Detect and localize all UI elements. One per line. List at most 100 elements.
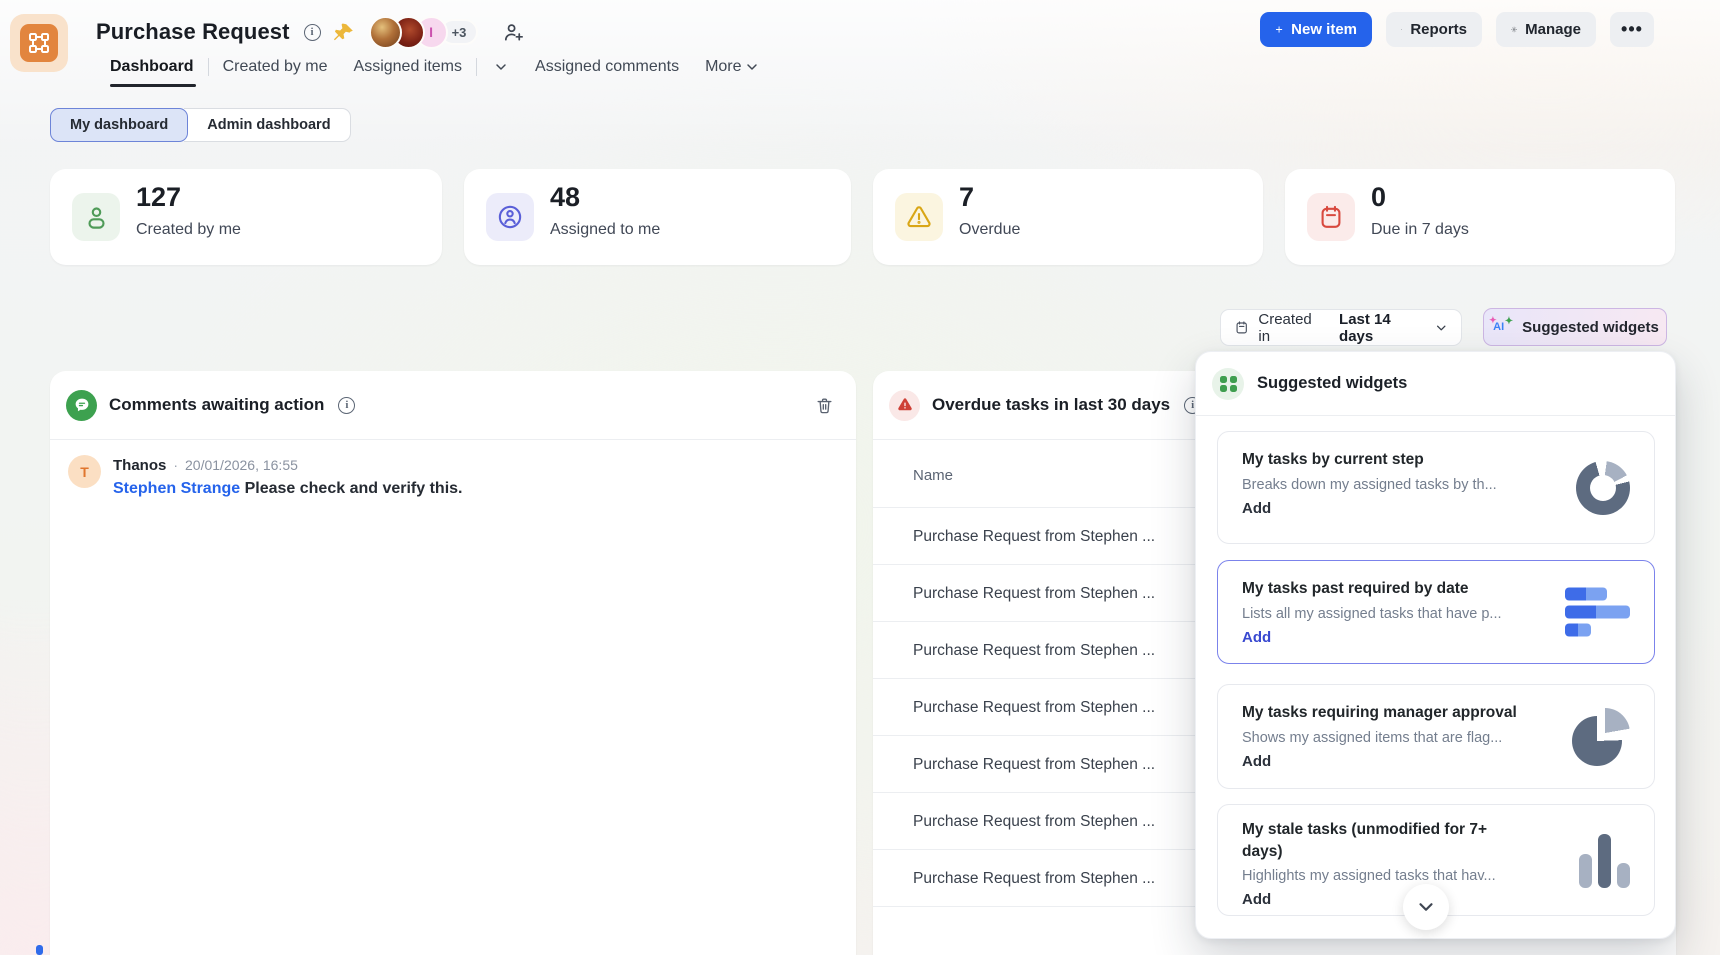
tab-assigned-comments[interactable]: Assigned comments — [535, 58, 679, 76]
stat-value: 127 — [136, 182, 181, 213]
widget-title: My tasks past required by date — [1242, 578, 1532, 600]
tab-separator — [476, 58, 477, 76]
header-actions: New item Reports Manage ••• — [1260, 12, 1654, 47]
more-tab-chevron-icon[interactable] — [744, 59, 760, 75]
add-user-icon[interactable] — [502, 21, 525, 44]
ellipsis-icon: ••• — [1621, 19, 1643, 40]
add-widget-button[interactable]: Add — [1242, 753, 1532, 770]
stat-card-assigned-to-me[interactable]: 48 Assigned to me — [464, 169, 851, 265]
manage-button[interactable]: Manage — [1496, 12, 1596, 47]
avatar[interactable] — [369, 16, 402, 49]
plus-icon — [1275, 22, 1283, 37]
mention-link[interactable]: Stephen Strange — [113, 480, 240, 497]
reports-label: Reports — [1410, 21, 1467, 38]
new-item-label: New item — [1291, 21, 1357, 38]
title-info-icon[interactable]: i — [304, 24, 321, 41]
active-tab-underline — [110, 84, 196, 87]
widget-title: My stale tasks (unmodified for 7+ days) — [1242, 819, 1514, 862]
page-title: Purchase Request — [96, 19, 290, 45]
comments-info-icon[interactable]: i — [338, 397, 355, 414]
scroll-down-button[interactable] — [1403, 884, 1449, 930]
my-dashboard-toggle[interactable]: My dashboard — [50, 108, 188, 142]
tab-created-by-me[interactable]: Created by me — [223, 58, 328, 76]
scrollbar-thumb[interactable] — [36, 945, 43, 955]
assigned-items-dropdown-chevron-icon[interactable] — [493, 59, 509, 75]
widget-description: Shows my assigned items that are flag... — [1242, 730, 1532, 746]
comment-avatar: T — [68, 455, 101, 488]
stat-label: Assigned to me — [550, 221, 660, 239]
stat-value: 7 — [959, 182, 974, 213]
pie-chart-icon — [1572, 708, 1630, 766]
person-icon — [72, 193, 120, 241]
suggested-widgets-popup: Suggested widgets My tasks by current st… — [1195, 351, 1676, 939]
add-widget-button[interactable]: Add — [1242, 891, 1514, 908]
suggested-widgets-button[interactable]: ✦AI✦ Suggested widgets — [1483, 308, 1667, 346]
popup-header: Suggested widgets — [1196, 352, 1675, 416]
manage-label: Manage — [1525, 21, 1581, 38]
created-in-filter[interactable]: Created in Last 14 days — [1220, 309, 1462, 346]
title-row: Purchase Request i I +3 — [96, 12, 525, 52]
more-options-button[interactable]: ••• — [1610, 12, 1654, 47]
donut-chart-icon — [1576, 461, 1630, 515]
widget-title: My tasks requiring manager approval — [1242, 702, 1532, 724]
pin-icon[interactable] — [334, 22, 355, 43]
comments-panel-title: Comments awaiting action — [109, 395, 324, 415]
column-header-name: Name — [913, 467, 953, 484]
comment-item[interactable]: T Thanos · 20/01/2026, 16:55 Stephen Str… — [68, 455, 462, 498]
filter-value: Last 14 days — [1339, 311, 1421, 345]
chevron-down-icon — [1415, 896, 1437, 918]
comment-timestamp: 20/01/2026, 16:55 — [185, 457, 298, 473]
tab-separator — [208, 58, 209, 76]
tab-bar: Dashboard Created by me Assigned items A… — [110, 58, 760, 76]
stat-label: Due in 7 days — [1371, 221, 1469, 239]
widget-title: My tasks by current step — [1242, 449, 1532, 471]
widget-description: Breaks down my assigned tasks by th... — [1242, 477, 1532, 493]
comment-author: Thanos — [113, 457, 166, 474]
vertical-bar-chart-icon — [1579, 832, 1630, 888]
widget-card-tasks-past-required-date[interactable]: My tasks past required by date Lists all… — [1217, 560, 1655, 664]
stat-label: Created by me — [136, 221, 241, 239]
horizontal-bar-chart-icon — [1565, 588, 1630, 637]
add-widget-button[interactable]: Add — [1242, 500, 1532, 517]
tab-dashboard[interactable]: Dashboard — [110, 58, 194, 76]
workflow-icon — [20, 24, 58, 62]
popup-title: Suggested widgets — [1257, 374, 1407, 393]
bar-chart-icon — [1401, 21, 1402, 38]
widget-description: Highlights my assigned tasks that hav... — [1242, 868, 1514, 884]
new-item-button[interactable]: New item — [1260, 12, 1372, 47]
tab-assigned-items[interactable]: Assigned items — [354, 58, 463, 76]
calendar-icon — [1234, 319, 1249, 336]
comments-panel-header: Comments awaiting action i — [50, 371, 856, 440]
overdue-panel-title: Overdue tasks in last 30 days — [932, 395, 1170, 415]
filter-label: Created in — [1258, 311, 1321, 345]
admin-dashboard-toggle[interactable]: Admin dashboard — [184, 108, 350, 142]
widget-description: Lists all my assigned tasks that have p.… — [1242, 606, 1532, 622]
widget-card-tasks-requiring-manager-approval[interactable]: My tasks requiring manager approval Show… — [1217, 684, 1655, 789]
add-widget-button[interactable]: Add — [1242, 629, 1532, 646]
person-circle-icon — [486, 193, 534, 241]
stat-value: 48 — [550, 182, 580, 213]
reports-button[interactable]: Reports — [1386, 12, 1482, 47]
suggested-widgets-button-label: Suggested widgets — [1522, 319, 1659, 336]
comments-awaiting-action-panel: Comments awaiting action i T Thanos · 20… — [50, 371, 856, 955]
stat-card-created-by-me[interactable]: 127 Created by me — [50, 169, 442, 265]
chevron-down-icon — [1434, 320, 1448, 336]
alert-triangle-icon — [889, 390, 920, 421]
ai-sparkle-icon: ✦AI✦ — [1491, 318, 1513, 336]
trash-icon[interactable] — [815, 396, 834, 415]
tab-more[interactable]: More — [705, 58, 741, 76]
separator-dot: · — [173, 457, 178, 473]
dashboard-toggle: My dashboard Admin dashboard — [50, 108, 351, 142]
template-app-icon[interactable] — [10, 14, 68, 72]
widget-card-tasks-by-current-step[interactable]: My tasks by current step Breaks down my … — [1217, 431, 1655, 544]
stat-label: Overdue — [959, 221, 1020, 239]
gear-icon — [1511, 21, 1517, 38]
stat-value: 0 — [1371, 182, 1386, 213]
warning-triangle-icon — [895, 193, 943, 241]
comment-text: Please check and verify this. — [245, 480, 463, 497]
stat-card-overdue[interactable]: 7 Overdue — [873, 169, 1263, 265]
stat-card-due-in-7-days[interactable]: 0 Due in 7 days — [1285, 169, 1675, 265]
widgets-grid-icon — [1212, 368, 1244, 400]
calendar-icon — [1307, 193, 1355, 241]
member-avatars[interactable]: I +3 — [369, 16, 479, 49]
